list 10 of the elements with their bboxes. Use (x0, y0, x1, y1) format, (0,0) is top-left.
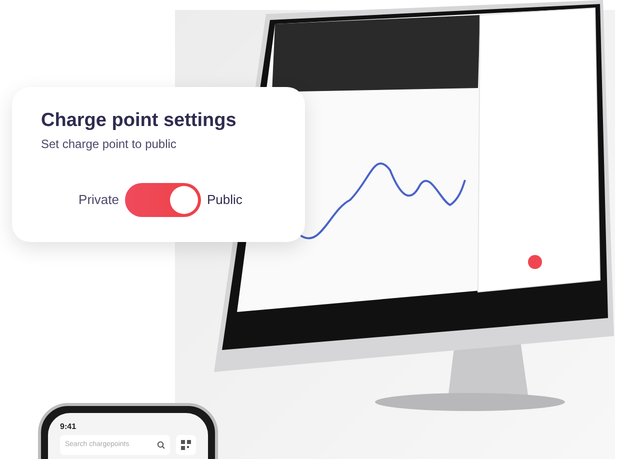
qr-code-icon (181, 440, 191, 450)
card-title: Charge point settings (41, 109, 238, 133)
toggle-label: Public (207, 191, 242, 209)
toggle-knob (170, 186, 198, 214)
toggle-switch[interactable] (125, 182, 202, 217)
qr-button[interactable] (176, 435, 196, 455)
status-time: 9:41 (60, 423, 78, 431)
card-subtitle: Set charge point to public (41, 136, 178, 153)
toggle-label: Private (78, 191, 120, 209)
search-icon (157, 441, 165, 449)
